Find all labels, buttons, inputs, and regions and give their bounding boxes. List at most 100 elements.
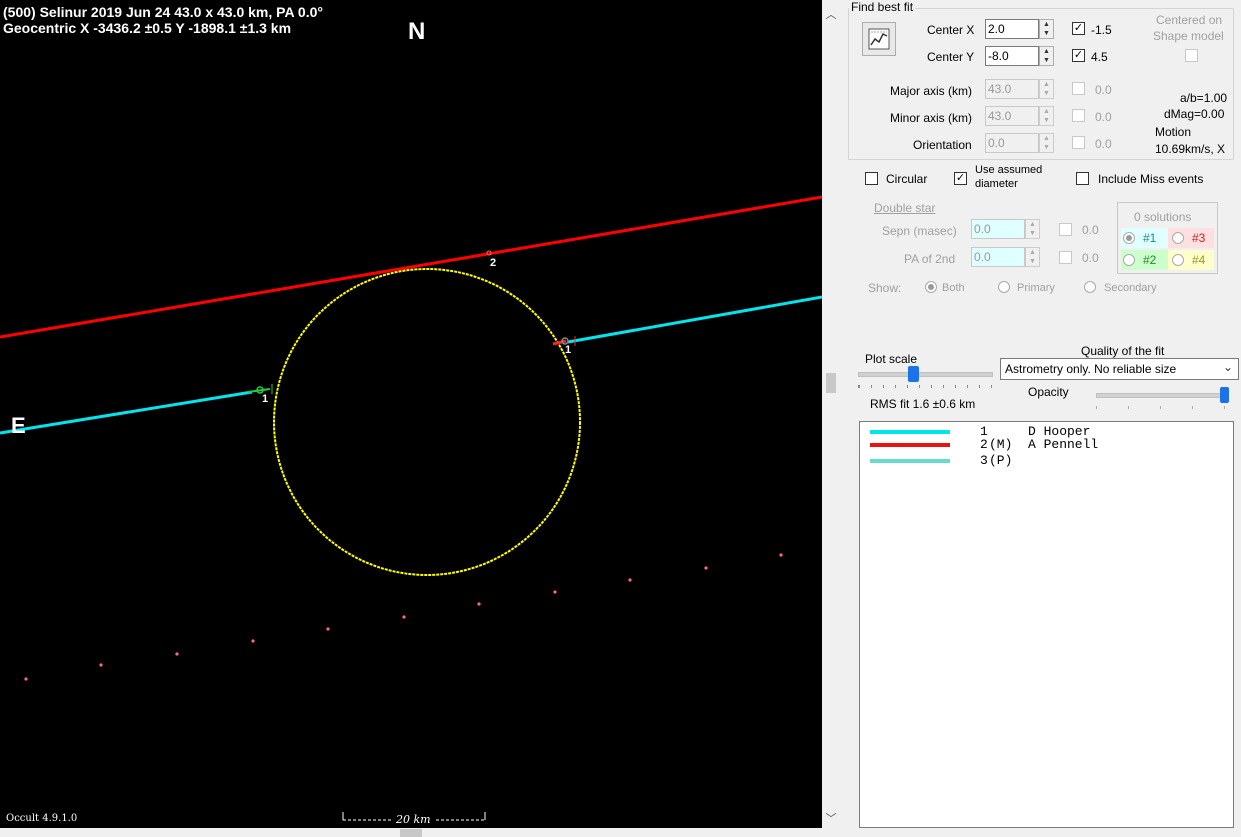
major-axis-check-value: 0.0 [1095, 83, 1112, 97]
minor-axis-checkbox[interactable] [1072, 109, 1085, 122]
solution-4-label: #4 [1192, 253, 1206, 267]
circular-label: Circular [886, 172, 928, 186]
use-assumed-label-line1: Use assumed [975, 164, 1043, 176]
center-x-input[interactable]: 2.0 [985, 19, 1039, 39]
observer-1-line-swatch [870, 430, 950, 434]
orientation-label: Orientation [913, 138, 972, 152]
north-indicator: N [408, 18, 426, 45]
chord-label-1-west: 1 [262, 393, 269, 405]
scroll-thumb[interactable] [826, 373, 836, 393]
minor-axis-input[interactable]: 43.0 [985, 106, 1039, 126]
double-star-label: Double star [874, 201, 936, 215]
opacity-thumb[interactable] [1220, 387, 1229, 403]
observer-2-name: A Pennell [1028, 437, 1099, 452]
center-x-spinner[interactable]: ▲ ▼ [1039, 19, 1054, 39]
chord-label-2: 2 [490, 257, 497, 269]
east-indicator: E [11, 413, 26, 438]
include-miss-checkbox[interactable] [1076, 172, 1089, 185]
center-y-check-value: 4.5 [1091, 50, 1108, 64]
pa2-checkbox[interactable] [1059, 251, 1072, 264]
solution-2-radio[interactable] [1123, 254, 1135, 266]
show-secondary-radio[interactable] [1084, 281, 1096, 293]
major-axis-spinner[interactable]: ▲ ▼ [1039, 79, 1054, 99]
minor-axis-check-value: 0.0 [1095, 110, 1112, 124]
show-secondary-label: Secondary [1104, 282, 1157, 294]
sepn-spinner[interactable]: ▲ ▼ [1025, 219, 1040, 239]
quality-select-value: Astrometry only. No reliable size [1005, 362, 1177, 376]
major-axis-label: Major axis (km) [890, 84, 973, 98]
observer-2-number: 2 [980, 437, 988, 452]
orientation-checkbox[interactable] [1072, 136, 1085, 149]
solution-3-radio[interactable] [1172, 232, 1184, 244]
solution-1-radio[interactable] [1123, 232, 1135, 244]
chevron-down-icon[interactable]: ⌄ [1223, 360, 1233, 374]
shape-model-checkbox[interactable] [1185, 49, 1198, 62]
scroll-up-icon[interactable]: ︿ [822, 6, 840, 22]
center-y-checkbox[interactable]: ✓ [1072, 49, 1085, 62]
orientation-spinner[interactable]: ▲ ▼ [1039, 133, 1054, 153]
major-axis-input[interactable]: 43.0 [985, 79, 1039, 99]
occultation-plot[interactable]: (500) Selinur 2019 Jun 24 43.0 x 43.0 km… [0, 0, 822, 828]
solution-4-radio[interactable] [1172, 254, 1184, 266]
center-y-label: Center Y [927, 50, 975, 64]
plot-scale-thumb[interactable] [908, 366, 919, 382]
sepn-check-value: 0.0 [1082, 223, 1099, 237]
major-axis-checkbox[interactable] [1072, 82, 1085, 95]
solution-1[interactable]: #1 [1121, 228, 1168, 248]
observer-3-mark: (P) [989, 453, 1013, 468]
scroll-down-icon[interactable]: ﹀ [822, 810, 840, 826]
motion-value: 10.69km/s, X [1155, 142, 1226, 156]
plot-scale-label: Plot scale [865, 352, 918, 366]
minor-axis-spinner[interactable]: ▲ ▼ [1039, 106, 1054, 126]
solution-4[interactable]: #4 [1168, 250, 1214, 270]
pa2-input[interactable]: 0.0 [971, 247, 1025, 267]
center-y-input[interactable]: -8.0 [985, 46, 1039, 66]
circular-checkbox[interactable] [865, 172, 878, 185]
center-y-spinner[interactable]: ▲ ▼ [1039, 46, 1054, 66]
observers-list[interactable]: 1 D Hooper 2 (M) A Pennell 3 (P) [859, 421, 1234, 828]
chord-hooper-line-west [0, 390, 253, 435]
version-label: Occult 4.9.1.0 [6, 813, 78, 824]
hscroll-thumb[interactable] [400, 829, 422, 837]
centered-on-label: Centered on [1156, 13, 1223, 27]
solution-2[interactable]: #2 [1121, 250, 1168, 270]
show-label: Show: [868, 281, 902, 295]
use-assumed-checkbox[interactable]: ✓ [954, 172, 967, 185]
solution-3-label: #3 [1192, 231, 1206, 245]
motion-label: Motion [1155, 125, 1192, 139]
center-x-check-value: -1.5 [1091, 23, 1112, 37]
motion-path-dots [24, 553, 783, 681]
show-both-radio[interactable] [925, 281, 937, 293]
opacity-slider[interactable] [1096, 387, 1231, 410]
show-primary-label: Primary [1017, 282, 1055, 294]
ab-ratio-label: a/b=1.00 [1180, 91, 1228, 105]
observer-3-number: 3 [980, 453, 988, 468]
center-x-label: Center X [927, 23, 975, 37]
plot-vertical-scrollbar[interactable]: ︿ ﹀ [822, 0, 840, 828]
observer-2-line-swatch [870, 443, 950, 447]
orientation-input[interactable]: 0.0 [985, 133, 1039, 153]
center-x-checkbox[interactable]: ✓ [1072, 22, 1085, 35]
opacity-label: Opacity [1028, 385, 1069, 399]
observer-3-line-swatch [870, 459, 950, 463]
quality-select[interactable]: Astrometry only. No reliable size ⌄ [1000, 358, 1239, 380]
plot-header-line1: (500) Selinur 2019 Jun 24 43.0 x 43.0 km… [3, 4, 323, 20]
sepn-label: Sepn (masec) [882, 224, 957, 238]
fit-chart-icon[interactable] [862, 22, 896, 56]
solution-3[interactable]: #3 [1168, 228, 1214, 248]
plot-scale-slider[interactable] [858, 366, 993, 391]
show-primary-radio[interactable] [998, 281, 1010, 293]
quality-label: Quality of the fit [1081, 344, 1165, 358]
plot-horizontal-scrollbar[interactable] [0, 828, 840, 837]
sepn-checkbox[interactable] [1059, 223, 1072, 236]
scale-bar-label: 20 km [396, 813, 431, 826]
solution-2-label: #2 [1143, 253, 1157, 267]
plot-header-line2: Geocentric X -3436.2 ±0.5 Y -1898.1 ±1.3… [3, 20, 292, 36]
dmag-label: dMag=0.00 [1164, 107, 1225, 121]
find-best-fit-title: Find best fit [849, 0, 916, 14]
plot-canvas [0, 195, 822, 821]
rms-fit-label: RMS fit 1.6 ±0.6 km [870, 397, 976, 411]
sepn-input[interactable]: 0.0 [971, 219, 1025, 239]
orientation-check-value: 0.0 [1095, 137, 1112, 151]
pa2-spinner[interactable]: ▲ ▼ [1025, 247, 1040, 267]
